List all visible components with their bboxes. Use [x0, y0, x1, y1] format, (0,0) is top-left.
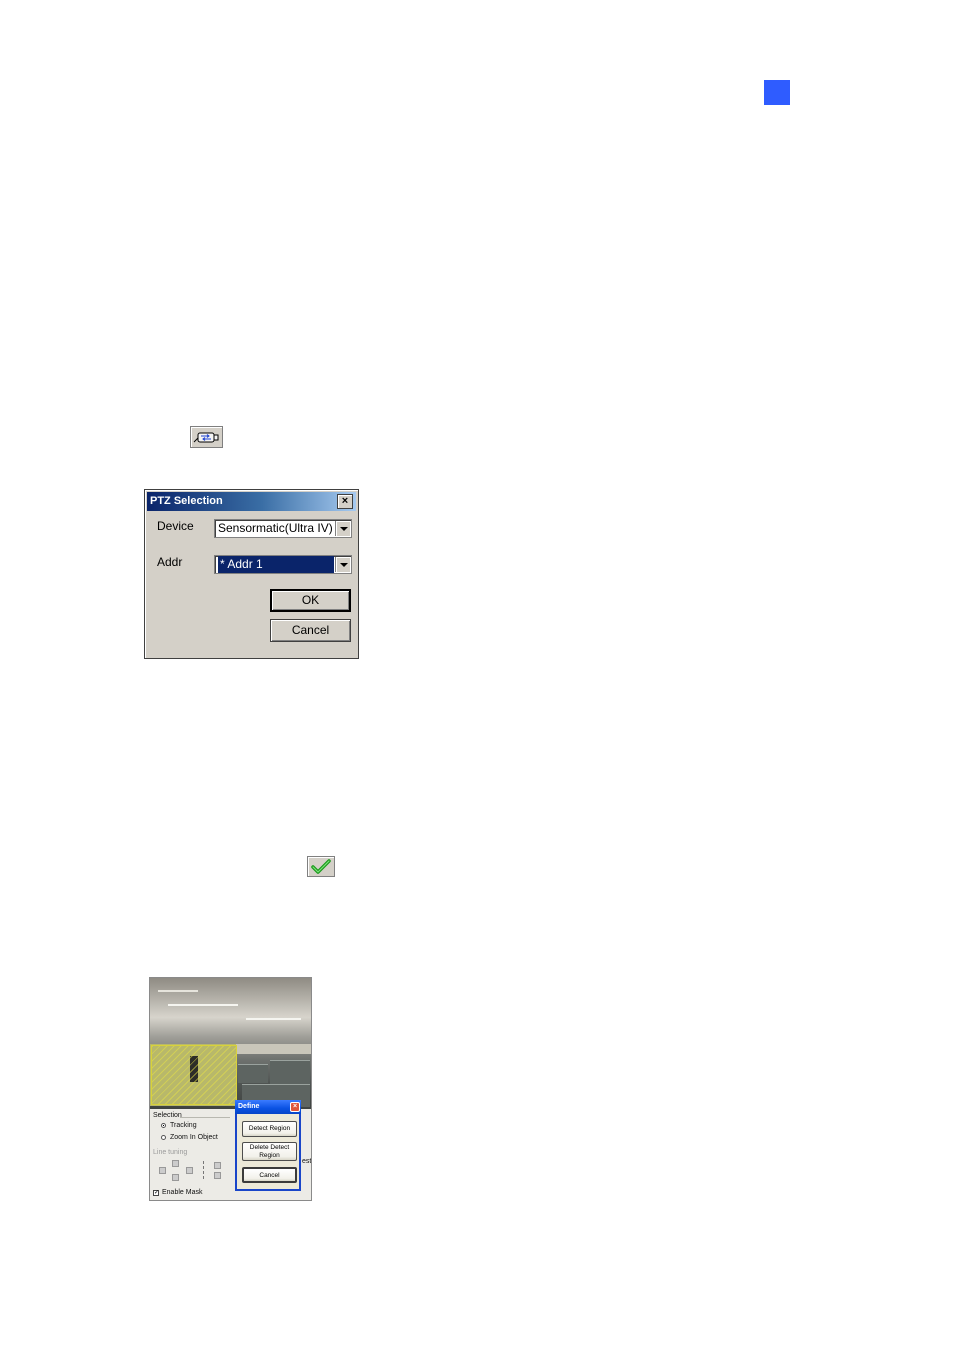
dialog-title: PTZ Selection: [150, 495, 223, 507]
close-icon[interactable]: ×: [290, 1102, 300, 1112]
object-tracking-screenshot: Selection Tracking Zoom In Object Line t…: [149, 977, 312, 1201]
define-dialog-title: Define: [238, 1103, 260, 1110]
delete-detect-region-line1: Delete Detect: [249, 1144, 290, 1151]
device-select[interactable]: Sensormatic(Ultra IV): [214, 519, 352, 538]
cubicle: [238, 1064, 268, 1083]
ptz-selection-dialog: PTZ Selection × Device Sensormatic(Ultra…: [144, 489, 359, 659]
line-tuning-label: Line tuning: [153, 1149, 188, 1156]
define-dialog-titlebar: Define ×: [235, 1100, 301, 1114]
delete-detect-region-line2: Region: [259, 1152, 280, 1159]
group-divider: [180, 1117, 230, 1118]
line-increase-icon[interactable]: [214, 1162, 221, 1169]
delete-detect-region-button[interactable]: Delete Detect Region: [242, 1142, 297, 1161]
cancel-button[interactable]: Cancel: [270, 619, 351, 642]
detect-region-mask[interactable]: [151, 1045, 237, 1105]
ptz-camera-icon[interactable]: [190, 426, 223, 448]
enable-mask-checkbox[interactable]: ✓: [153, 1190, 159, 1196]
ceiling-light: [246, 1018, 301, 1020]
addr-label: Addr: [157, 555, 183, 569]
tracking-label: Tracking: [170, 1122, 197, 1129]
chevron-down-icon[interactable]: [335, 557, 350, 572]
ceiling-light: [158, 990, 198, 992]
define-dialog: Define × Detect Region Delete Detect Reg…: [235, 1100, 301, 1191]
line-decrease-icon[interactable]: [214, 1172, 221, 1179]
line-width-icon: [203, 1161, 210, 1179]
close-button[interactable]: ×: [337, 494, 353, 509]
arrow-right-icon[interactable]: [186, 1167, 193, 1174]
partial-label: est: [302, 1158, 312, 1165]
zoom-in-object-label: Zoom In Object: [170, 1134, 218, 1141]
addr-select[interactable]: * Addr 1: [214, 555, 352, 574]
enable-mask-label: Enable Mask: [162, 1189, 203, 1196]
define-cancel-button[interactable]: Cancel: [242, 1167, 297, 1183]
selection-group-label: Selection: [153, 1112, 182, 1119]
addr-select-value: * Addr 1: [218, 556, 334, 573]
ok-button[interactable]: OK: [270, 589, 351, 612]
camera-view-image: [150, 978, 311, 1109]
detect-region-button[interactable]: Detect Region: [242, 1121, 297, 1137]
zoom-in-object-radio[interactable]: [161, 1135, 166, 1140]
page-marker: [764, 80, 790, 105]
arrow-up-icon[interactable]: [172, 1160, 179, 1167]
device-select-value: Sensormatic(Ultra IV): [218, 521, 333, 535]
checkmark-graphic: [311, 859, 331, 874]
arrow-down-icon[interactable]: [172, 1174, 179, 1181]
tracking-radio[interactable]: [161, 1123, 166, 1128]
green-checkmark-icon[interactable]: [307, 856, 335, 877]
ceiling-light: [168, 1004, 238, 1006]
dialog-titlebar: PTZ Selection ×: [147, 492, 356, 511]
arrow-left-icon[interactable]: [159, 1167, 166, 1174]
device-label: Device: [157, 519, 194, 533]
ptz-camera-icon-graphic: [193, 432, 219, 443]
cubicle: [270, 1060, 310, 1085]
chevron-down-icon[interactable]: [335, 521, 350, 536]
